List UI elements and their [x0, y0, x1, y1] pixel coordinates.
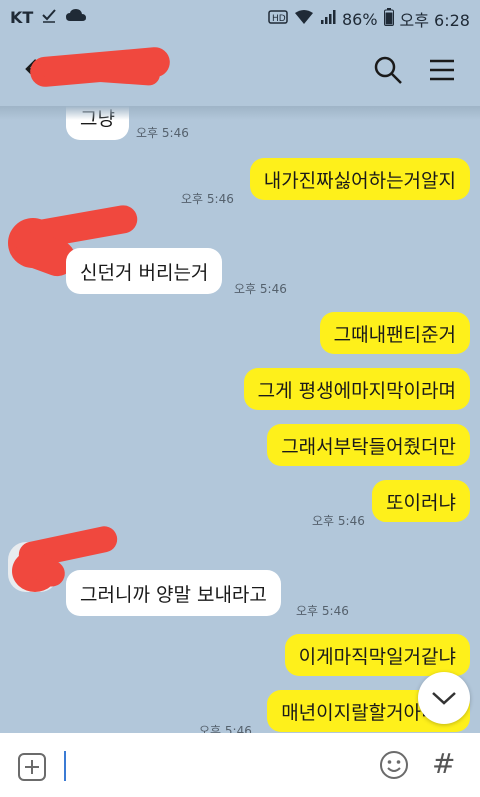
- status-bar: KT HD 86% 오후 6:28: [0, 0, 480, 34]
- outgoing-message[interactable]: 또이러냐: [372, 480, 470, 522]
- status-right: HD 86% 오후 6:28: [268, 7, 470, 31]
- battery-icon: [383, 7, 394, 31]
- message-composer: #: [0, 733, 480, 797]
- wifi-icon: [294, 9, 314, 30]
- emoji-button[interactable]: [378, 749, 410, 781]
- outgoing-message[interactable]: 그때내팬티준거: [319, 312, 470, 354]
- signal-icon: [320, 9, 336, 30]
- status-left: KT: [10, 7, 87, 28]
- menu-icon: [430, 59, 454, 81]
- incoming-message[interactable]: 그러니까 양말 보내라고: [66, 570, 281, 616]
- incoming-message[interactable]: 그냥: [66, 106, 129, 140]
- emoji-icon: [380, 751, 408, 779]
- message-input[interactable]: [62, 747, 362, 783]
- chat-header: [0, 34, 480, 106]
- menu-button[interactable]: [426, 54, 458, 86]
- outgoing-message[interactable]: 이게마직막일거같냐: [284, 634, 470, 676]
- message-time: 오후 5:46: [296, 604, 349, 618]
- hash-button[interactable]: #: [432, 747, 455, 780]
- battery-percent: 86%: [341, 9, 378, 29]
- outgoing-message[interactable]: 그게 평생에마지막이라며: [243, 368, 470, 410]
- chevron-down-icon: [432, 692, 456, 705]
- message-time: 오후 5:46: [234, 282, 287, 296]
- cloud-icon: [65, 7, 87, 28]
- check-icon: [41, 7, 57, 28]
- carrier-label: KT: [10, 8, 34, 27]
- message-time: 오후 5:46: [181, 192, 234, 206]
- plus-icon: [25, 760, 39, 774]
- outgoing-message[interactable]: 내가진짜싫어하는거알지: [249, 158, 470, 200]
- incoming-message[interactable]: 신던거 버리는거: [66, 248, 223, 294]
- search-button[interactable]: [372, 54, 404, 86]
- message-time: 오후 5:46: [199, 724, 252, 733]
- text-caret: [64, 751, 66, 781]
- message-time: 오후 5:46: [312, 514, 365, 528]
- chat-message-list[interactable]: 그냥 오후 5:46 내가진짜싫어하는거알지 오후 5:46 신던거 버리는거 …: [0, 106, 480, 733]
- scroll-to-bottom-button[interactable]: [418, 672, 470, 724]
- search-icon: [374, 56, 402, 84]
- message-time: 오후 5:46: [136, 126, 189, 140]
- attach-button[interactable]: [18, 753, 46, 781]
- svg-text:HD: HD: [272, 14, 286, 24]
- hd-icon: HD: [268, 9, 288, 30]
- outgoing-message[interactable]: 그래서부탁들어줬더만: [267, 424, 470, 466]
- clock: 오후 6:28: [399, 11, 470, 30]
